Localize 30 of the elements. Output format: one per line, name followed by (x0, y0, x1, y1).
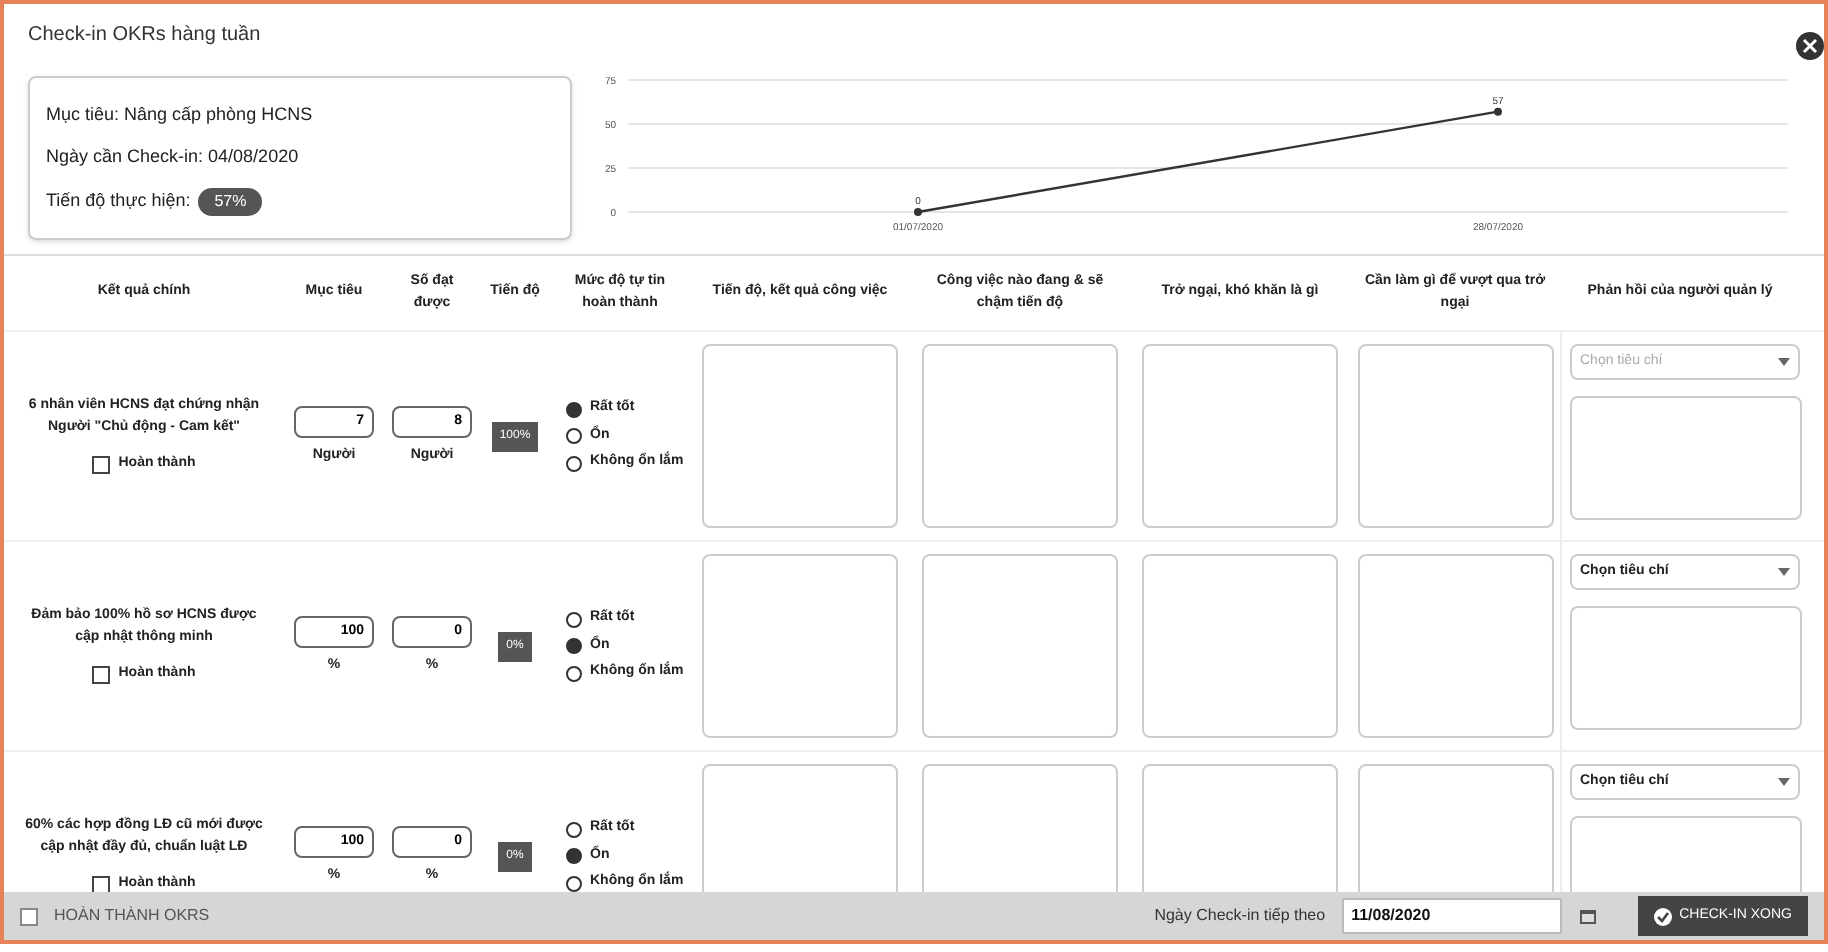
close-button[interactable] (1796, 32, 1824, 60)
checkin-date: Ngày cần Check-in: 04/08/2020 (46, 144, 301, 170)
radio-button[interactable] (566, 428, 582, 444)
data-point (1494, 107, 1502, 116)
done-checkbox[interactable] (92, 456, 111, 474)
radio-button[interactable] (566, 848, 582, 864)
radio-button[interactable] (566, 665, 582, 681)
progress-label: Tiến độ thực hiện: (46, 187, 191, 214)
objective-title: Mục tiêu: Nâng cấp phòng HCNS (46, 101, 315, 128)
radio-button[interactable] (566, 821, 582, 837)
radio-button[interactable] (566, 875, 582, 891)
check-circle-icon (1653, 907, 1672, 925)
caret-icon (1778, 778, 1790, 786)
radio-button[interactable] (566, 455, 582, 471)
complete-label: HOÀN THÀNH OKRS (54, 904, 210, 928)
complete-checkbox[interactable] (20, 907, 38, 925)
next-date-label: Ngày Check-in tiếp theo (1154, 904, 1326, 928)
caret-icon (1778, 358, 1790, 366)
data-point (914, 208, 922, 216)
done-checkbox[interactable] (92, 876, 111, 892)
calendar-icon[interactable] (1577, 906, 1598, 926)
radio-button[interactable] (566, 611, 582, 627)
radio-button[interactable] (566, 638, 582, 654)
caret-icon (1778, 568, 1790, 576)
close-icon (1802, 38, 1818, 54)
window-title: Check-in OKRs hàng tuần (28, 21, 261, 49)
date-field[interactable]: 11/08/2020 (1341, 898, 1562, 934)
done-checkbox[interactable] (92, 666, 111, 684)
progress-badge: 57% (198, 187, 263, 215)
radio-button[interactable] (566, 401, 582, 417)
